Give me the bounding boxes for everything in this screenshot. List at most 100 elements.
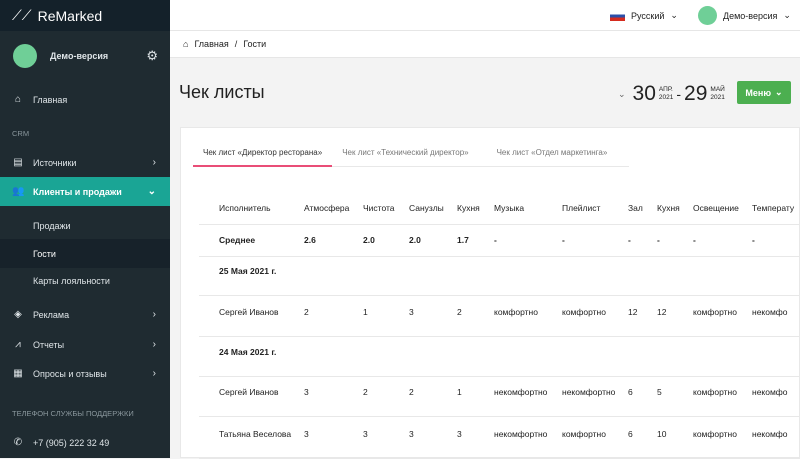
row-divider — [199, 256, 800, 257]
row-divider — [199, 376, 800, 377]
breadcrumb-current: Гости — [243, 39, 267, 49]
sidebar-item-guests[interactable]: Гости — [0, 239, 170, 268]
date-to-day: 29 — [684, 82, 708, 105]
column-header: Зал — [628, 203, 643, 213]
breadcrumb-home[interactable]: Главная — [194, 39, 228, 49]
top-header: Русский ⌄ Демо-версия ⌄ — [170, 0, 800, 31]
table-cell: - — [693, 235, 696, 245]
section-label: CRM — [12, 129, 30, 138]
phone-icon: ✆ — [13, 437, 23, 448]
table-cell: Сергей Иванов — [219, 307, 279, 317]
table-cell: 24 Мая 2021 г. — [219, 347, 277, 357]
chevron-down-icon: ⌄ — [670, 10, 678, 20]
chevron-down-icon: ⌄ — [783, 10, 791, 20]
chevron-down-icon: ⌄ — [618, 88, 626, 99]
row-divider — [199, 295, 800, 296]
table-cell: некомфо — [752, 387, 788, 397]
chevron-right-icon: › — [152, 157, 156, 168]
table-cell: Сергей Иванов — [219, 387, 279, 397]
table-cell: комфортно — [693, 307, 737, 317]
sidebar-item-sales[interactable]: Продажи — [0, 211, 170, 240]
checklist-card: Чек лист «Директор ресторана» Чек лист «… — [180, 127, 800, 458]
sidebar-item-ads[interactable]: ◈ Реклама › — [0, 300, 170, 329]
table-cell: 6 — [628, 429, 633, 439]
table-cell: - — [494, 235, 497, 245]
table-cell: некомфо — [752, 307, 788, 317]
sidebar-item-loyalty[interactable]: Карты лояльности — [0, 266, 170, 295]
chevron-right-icon: › — [152, 309, 156, 320]
table-cell: 2 — [363, 387, 368, 397]
column-header: Освещение — [693, 203, 739, 213]
breadcrumb: ⌂ Главная / Гости — [170, 31, 800, 58]
row-divider — [199, 224, 800, 225]
table-cell: 12 — [628, 307, 638, 317]
column-header: Кухня — [657, 203, 680, 213]
gear-icon[interactable]: ⚙ — [146, 48, 158, 64]
table-cell: Среднее — [219, 235, 256, 245]
avatar — [698, 6, 717, 25]
column-header: Плейлист — [562, 203, 601, 213]
chevron-down-icon: ⌄ — [775, 87, 783, 97]
user-menu[interactable]: Демо-версия ⌄ — [698, 6, 791, 25]
table-cell: 2 — [457, 307, 462, 317]
table-cell: 5 — [657, 387, 662, 397]
table-cell: 3 — [304, 429, 309, 439]
column-header: Санузлы — [409, 203, 444, 213]
flag-ru-icon — [610, 10, 625, 21]
table-cell: 3 — [409, 429, 414, 439]
date-sep: - — [676, 86, 682, 102]
table-cell: 3 — [304, 387, 309, 397]
column-header: Музыка — [494, 203, 525, 213]
row-divider — [199, 416, 800, 417]
tab-marketing[interactable]: Чек лист «Отдел маркетинга» — [487, 142, 618, 167]
table-cell: 3 — [409, 307, 414, 317]
sidebar-item-surveys[interactable]: ▦ Опросы и отзывы › — [0, 359, 170, 388]
row-divider — [199, 336, 800, 337]
table-cell: комфортно — [494, 307, 538, 317]
home-icon: ⌂ — [183, 39, 189, 49]
table-cell: 2 — [304, 307, 309, 317]
logo[interactable]: ⟋⟋ ReMarked — [0, 0, 170, 31]
sidebar-item-reports[interactable]: ⩘ Отчеты › — [0, 330, 170, 359]
table-cell: 1 — [363, 307, 368, 317]
target-icon: ◈ — [14, 309, 22, 320]
language-select[interactable]: Русский ⌄ — [610, 10, 678, 21]
breadcrumb-sep: / — [234, 39, 238, 49]
table-cell: некомфортно — [494, 429, 548, 439]
sidebar: ⟋⟋ ReMarked Демо-версия ⚙ ⌂ Главная CRM ▤ Ис… — [0, 0, 170, 458]
table-cell: 2.0 — [409, 235, 421, 245]
sidebar-item-clients[interactable]: 👥 Клиенты и продажи ⌄ — [0, 177, 170, 206]
table-cell: некомфортно — [562, 387, 616, 397]
table-cell: 3 — [457, 429, 462, 439]
table-cell: 12 — [657, 307, 667, 317]
avatar — [13, 44, 37, 68]
tab-director[interactable]: Чек лист «Директор ресторана» — [193, 142, 333, 167]
table-cell: 2.6 — [304, 235, 316, 245]
table-cell: комфортно — [693, 387, 737, 397]
sidebar-item-sources[interactable]: ▤ Источники › — [0, 148, 170, 177]
table-cell: - — [752, 235, 755, 245]
chart-line-icon: ⟋⟋ — [12, 7, 32, 23]
tab-tech-director[interactable]: Чек лист «Технический директор» — [332, 142, 478, 167]
date-range-picker[interactable]: ⌄ 30 АПР. 2021 - 29 МАЙ 2021 — [618, 82, 725, 106]
support-label: ТЕЛЕФОН СЛУЖБЫ ПОДДЕРЖКИ — [12, 409, 134, 418]
table-cell: 1.7 — [457, 235, 469, 245]
chart-icon: ⩘ — [15, 339, 21, 350]
table-cell: комфортно — [562, 307, 606, 317]
table-cell: 2.0 — [363, 235, 375, 245]
table-cell: 3 — [363, 429, 368, 439]
date-to-month-year: МАЙ 2021 — [710, 86, 725, 101]
table-cell: 6 — [628, 387, 633, 397]
date-from-day: 30 — [632, 82, 656, 105]
sidebar-item-home[interactable]: ⌂ Главная — [0, 85, 170, 114]
support-phone[interactable]: ✆ +7 (905) 222 32 49 — [0, 428, 170, 457]
table-cell: комфортно — [562, 429, 606, 439]
table-cell: - — [628, 235, 631, 245]
column-header: Исполнитель — [219, 203, 271, 213]
column-header: Температу — [752, 203, 795, 213]
table-cell: некомфортно — [494, 387, 548, 397]
table-cell: 2 — [409, 387, 414, 397]
tabs: Чек лист «Директор ресторана» Чек лист «… — [193, 142, 617, 167]
menu-button[interactable]: Меню ⌄ — [737, 81, 791, 104]
user-panel: Демо-версия ⚙ — [13, 44, 158, 68]
